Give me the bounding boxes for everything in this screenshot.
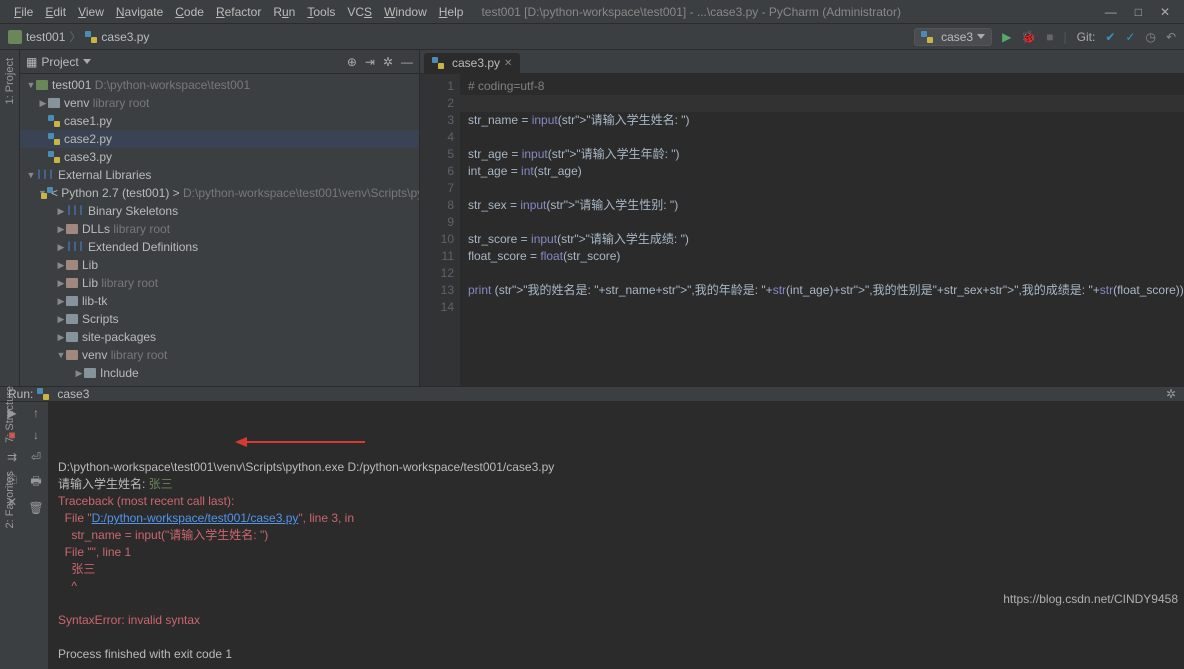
chevron-down-icon[interactable]: [83, 59, 91, 64]
up-icon[interactable]: ↑: [33, 406, 39, 420]
folder-icon: [66, 296, 78, 306]
menu-tools[interactable]: Tools: [301, 5, 341, 19]
gutter: 1234567891011121314: [420, 74, 460, 386]
breadcrumb-file[interactable]: case3.py: [101, 30, 149, 44]
menubar: File Edit View Navigate Code Refactor Ru…: [0, 0, 1184, 24]
gear-icon[interactable]: ✲: [1166, 387, 1176, 401]
folder-icon: [66, 332, 78, 342]
left-sidebar: 1: Project: [0, 50, 20, 386]
menu-run[interactable]: Run: [267, 5, 301, 19]
menu-navigate[interactable]: Navigate: [110, 5, 169, 19]
watermark: https://blog.csdn.net/CINDY9458: [1003, 592, 1178, 606]
folder-icon: [66, 224, 78, 234]
close-icon[interactable]: ✕: [1160, 5, 1170, 19]
down-icon[interactable]: ↓: [33, 428, 39, 442]
libs-icon: |||: [36, 170, 54, 181]
menu-file[interactable]: File: [8, 5, 39, 19]
update-icon[interactable]: ✓: [1125, 30, 1135, 44]
history-icon[interactable]: ◷: [1145, 30, 1155, 44]
menu-window[interactable]: Window: [378, 5, 433, 19]
gear-icon[interactable]: ✲: [383, 55, 393, 69]
menu-vcs[interactable]: VCS: [341, 5, 378, 19]
folder-icon: [48, 98, 60, 108]
folder-icon: [66, 350, 78, 360]
python-file-icon: [48, 115, 60, 127]
revert-icon[interactable]: ↶: [1166, 30, 1176, 44]
folder-icon: [66, 278, 78, 288]
menu-code[interactable]: Code: [169, 5, 210, 19]
folder-icon: [84, 368, 96, 378]
libs-icon: |||: [66, 206, 84, 217]
run-panel: Run: case3 ✲ ▶ ■ ⇉ ⎘ ✕ ↑ ↓ ⏎ 🖶 🗑 D:\pyth…: [0, 386, 1184, 610]
run-config-tab[interactable]: case3: [37, 387, 89, 401]
folder-icon: [66, 260, 78, 270]
tab-case3[interactable]: case3.py ✕: [424, 53, 520, 73]
sidebar-structure[interactable]: 7: Structure: [4, 386, 16, 443]
project-title: Project: [41, 55, 78, 69]
annotation-arrow: [208, 418, 338, 432]
breadcrumb-root[interactable]: test001: [26, 30, 65, 44]
menu-view[interactable]: View: [72, 5, 110, 19]
minimize-icon[interactable]: —: [1105, 5, 1117, 19]
python-file-icon: [48, 133, 60, 145]
python-file-icon: [37, 388, 49, 400]
run-toolbar-left2: ↑ ↓ ⏎ 🖶 🗑: [24, 402, 48, 669]
sidebar-project[interactable]: 1: Project: [4, 58, 16, 104]
console[interactable]: D:\python-workspace\test001\venv\Scripts…: [48, 402, 1184, 669]
libs-icon: |||: [66, 242, 84, 253]
project-icon: ▦: [26, 55, 37, 69]
chevron-down-icon: [977, 34, 985, 39]
git-label: Git:: [1077, 30, 1096, 44]
menu-refactor[interactable]: Refactor: [210, 5, 267, 19]
project-panel: ▦ Project ⊕ ⇥ ✲ — ▼test001 D:\python-wor…: [20, 50, 420, 386]
maximize-icon[interactable]: □: [1135, 5, 1142, 19]
close-tab-icon[interactable]: ✕: [504, 58, 512, 69]
module-icon: [36, 80, 48, 90]
breadcrumb-bar: test001 〉 case3.py case3 ▶ 🐞 ■ | Git: ✔ …: [0, 24, 1184, 50]
window-title: test001 [D:\python-workspace\test001] - …: [481, 5, 901, 19]
python-file-icon: [85, 31, 97, 43]
trash-icon[interactable]: 🗑: [28, 501, 43, 515]
stop-icon[interactable]: ■: [1046, 30, 1053, 44]
menu-edit[interactable]: Edit: [39, 5, 72, 19]
project-tree[interactable]: ▼test001 D:\python-workspace\test001 ▶ve…: [20, 74, 419, 386]
module-icon: [8, 30, 22, 44]
hide-icon[interactable]: —: [401, 55, 413, 69]
collapse-icon[interactable]: ⇥: [365, 55, 375, 69]
python-file-icon: [432, 57, 444, 69]
python-file-icon: [48, 151, 60, 163]
menu-help[interactable]: Help: [433, 5, 470, 19]
code-area[interactable]: 1234567891011121314 # coding=utf-8 str_n…: [420, 74, 1184, 386]
folder-icon: [66, 314, 78, 324]
run-icon[interactable]: ▶: [1002, 30, 1011, 44]
target-icon[interactable]: ⊕: [347, 55, 357, 69]
editor: case3.py ✕ 1234567891011121314 # coding=…: [420, 50, 1184, 386]
sidebar-favorites[interactable]: 2: Favorites: [4, 471, 16, 528]
python-file-icon: [921, 31, 933, 43]
code[interactable]: # coding=utf-8 str_name = input(str">"请输…: [460, 74, 1184, 386]
run-config-select[interactable]: case3: [914, 28, 992, 46]
debug-icon[interactable]: 🐞: [1021, 30, 1036, 44]
commit-icon[interactable]: ✔: [1105, 30, 1115, 44]
wrap-icon[interactable]: ⏎: [31, 450, 41, 464]
print-icon[interactable]: 🖶: [30, 472, 41, 493]
